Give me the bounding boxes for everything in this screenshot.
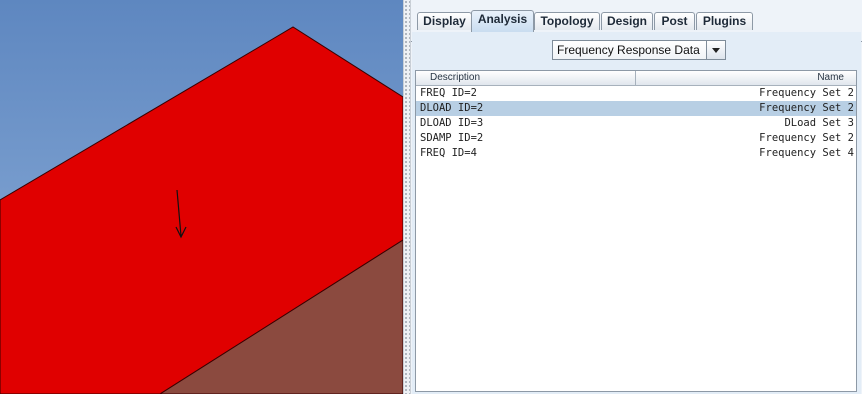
- dropdown-arrow-button[interactable]: [706, 41, 725, 59]
- tab-analysis[interactable]: Analysis: [471, 10, 534, 32]
- column-header-description[interactable]: Description: [416, 71, 636, 85]
- tab-bar: Display Analysis Topology Design Post Pl…: [411, 10, 862, 42]
- dropdown-value: Frequency Response Data: [557, 43, 700, 57]
- data-type-dropdown[interactable]: Frequency Response Data: [552, 40, 726, 60]
- model-viewport[interactable]: [0, 0, 403, 394]
- panel-splitter[interactable]: [403, 0, 411, 394]
- analysis-tab-content: Frequency Response Data Description Name…: [412, 32, 861, 394]
- row-description: DLOAD ID=3: [420, 117, 484, 129]
- column-header-name[interactable]: Name: [636, 71, 856, 85]
- row-name: DLoad Set 3: [784, 117, 854, 129]
- tab-display[interactable]: Display: [417, 12, 472, 30]
- table-row[interactable]: FREQ ID=2 Frequency Set 2: [416, 86, 856, 101]
- table-row[interactable]: DLOAD ID=3 DLoad Set 3: [416, 116, 856, 131]
- row-name: Frequency Set 2: [759, 102, 854, 114]
- tab-plugins[interactable]: Plugins: [696, 12, 753, 30]
- row-description: FREQ ID=4: [420, 147, 477, 159]
- tab-topology[interactable]: Topology: [534, 12, 600, 30]
- table-header: Description Name: [416, 71, 856, 86]
- tab-post[interactable]: Post: [654, 12, 695, 30]
- row-name: Frequency Set 2: [759, 132, 854, 144]
- chevron-down-icon: [712, 48, 720, 53]
- table-row[interactable]: SDAMP ID=2 Frequency Set 2: [416, 131, 856, 146]
- frequency-data-table: Description Name FREQ ID=2 Frequency Set…: [415, 70, 857, 392]
- table-row[interactable]: FREQ ID=4 Frequency Set 4: [416, 146, 856, 161]
- side-panel: Display Analysis Topology Design Post Pl…: [411, 0, 862, 394]
- row-description: DLOAD ID=2: [420, 102, 484, 114]
- row-description: SDAMP ID=2: [420, 132, 484, 144]
- row-name: Frequency Set 4: [759, 147, 854, 159]
- table-row-selected[interactable]: DLOAD ID=2 Frequency Set 2: [416, 101, 856, 116]
- row-description: FREQ ID=2: [420, 87, 477, 99]
- row-name: Frequency Set 2: [759, 87, 854, 99]
- viewport-canvas[interactable]: [0, 0, 403, 394]
- tab-design[interactable]: Design: [601, 12, 653, 30]
